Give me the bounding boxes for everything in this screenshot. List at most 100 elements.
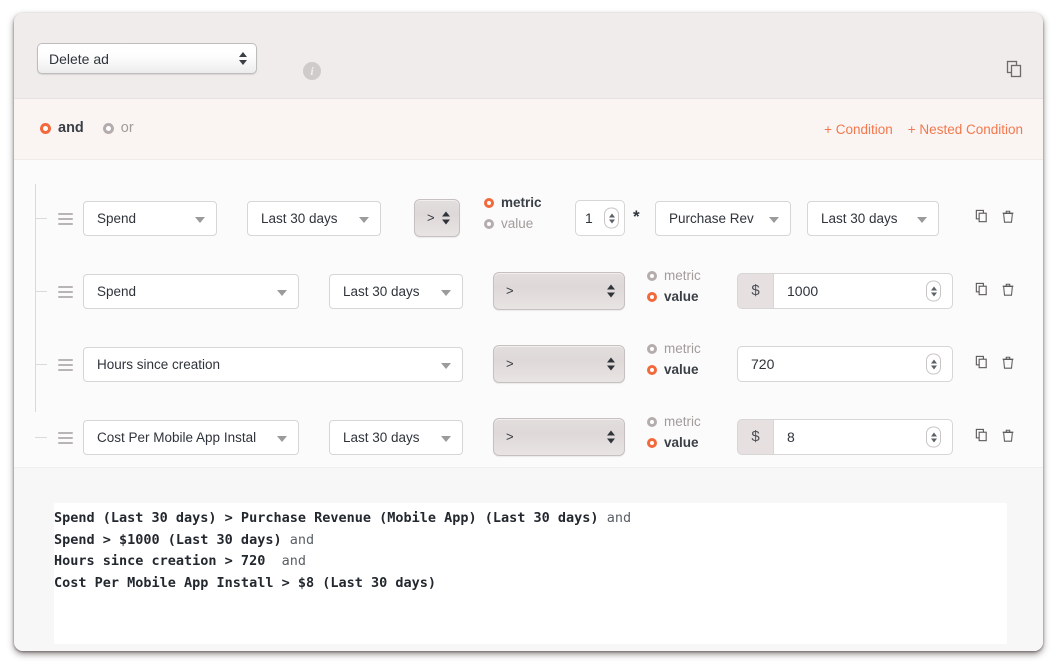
chevron-down-icon [441,362,451,369]
add-nested-condition-link[interactable]: + Nested Condition [908,122,1023,137]
metric-select[interactable]: Spend [83,201,217,236]
drag-handle-icon[interactable] [58,359,73,371]
stepper-icon[interactable] [926,353,941,375]
radio-dot-icon [647,364,657,375]
compare-mode-metric[interactable]: metric [484,195,542,210]
conditions-area: Spend Last 30 days > metric value 1 * Pu… [14,160,1043,467]
compare-mode-metric[interactable]: metric [647,414,701,429]
compare-mode-metric[interactable]: metric [647,268,701,283]
metric-daterange-select[interactable]: Last 30 days [329,274,463,309]
copy-icon[interactable] [974,355,989,375]
summary-line-conj: and [598,510,632,526]
trash-icon[interactable] [1001,282,1015,302]
summary-line: Cost Per Mobile App Install > $8 (Last 3… [54,573,631,595]
radio-dot-icon [647,416,657,427]
multiplier-input[interactable]: 1 [575,200,625,236]
radio-dot-icon [647,270,657,281]
operator-select[interactable]: > [493,272,625,310]
value-input-text: 8 [787,429,795,445]
radio-dot-icon [102,122,114,134]
operator-select[interactable]: > [493,345,625,383]
operator-arrows [607,284,615,298]
condition-row: Spend Last 30 days > metric value [14,193,1043,243]
row-actions [974,355,1015,375]
stepper-icon[interactable] [926,426,941,448]
logic-radio-and[interactable]: and [40,120,84,136]
stepper-icon[interactable] [604,207,619,229]
compare-mode-value[interactable]: value [647,362,701,377]
metric-daterange-value: Last 30 days [343,284,420,299]
compare-mode-value[interactable]: value [484,216,542,231]
operator-value: > [506,356,514,371]
value-input[interactable]: 720 [737,346,953,382]
compare-metric-select[interactable]: Purchase Rev [655,201,791,236]
metric-select[interactable]: Spend [83,274,299,309]
compare-mode-value[interactable]: value [647,435,701,450]
value-input-group: 720 [737,346,953,382]
compare-mode-metric-label: metric [501,195,542,210]
drag-handle-icon[interactable] [58,432,73,444]
row-actions [974,428,1015,448]
chevron-down-icon [277,435,287,442]
compare-mode-metric-label: metric [664,341,701,356]
currency-prefix: $ [737,273,773,309]
compare-mode-metric-label: metric [664,268,701,283]
condition-row: Spend Last 30 days > metric value [14,266,1043,316]
stepper-icon[interactable] [926,280,941,302]
summary-line-expr: Spend > $1000 (Last 30 days) [54,531,282,548]
chevron-down-icon [917,216,927,223]
metric-daterange-select[interactable]: Last 30 days [329,420,463,455]
logic-radio-or[interactable]: or [102,120,134,136]
trash-icon[interactable] [1001,355,1015,375]
summary-line-expr: Spend (Last 30 days) > Purchase Revenue … [54,510,599,526]
action-select-value: Delete ad [49,51,109,67]
compare-mode-metric[interactable]: metric [647,341,701,356]
copy-icon[interactable] [1004,59,1024,79]
info-icon[interactable]: i [303,62,321,80]
metric-select[interactable]: Cost Per Mobile App Instal [83,420,299,455]
logic-radio-group: and or [40,120,134,136]
operator-arrows [607,430,615,444]
metric-select-value: Hours since creation [97,357,221,372]
radio-dot-icon [647,437,657,448]
chevron-down-icon [441,435,451,442]
radio-dot-icon [40,122,51,134]
chevron-down-icon [195,216,205,223]
copy-icon[interactable] [974,209,989,229]
operator-arrows [607,357,615,371]
copy-icon[interactable] [974,282,989,302]
copy-icon[interactable] [974,428,989,448]
metric-select[interactable]: Hours since creation [83,347,463,382]
value-input-text: 720 [751,356,775,372]
logic-operator-band: and or + Condition + Nested Condition [14,99,1043,160]
action-select[interactable]: Delete ad [37,43,257,74]
summary-area: Spend (Last 30 days) > Purchase Revenue … [14,467,1043,651]
operator-select[interactable]: > [493,418,625,456]
currency-prefix: $ [737,419,773,455]
multiply-symbol: * [633,207,640,226]
compare-mode-radios: metric value [647,341,701,377]
compare-mode-value-label: value [664,289,699,304]
compare-daterange-select[interactable]: Last 30 days [807,201,939,236]
compare-mode-value-label: value [664,435,699,450]
add-condition-link[interactable]: + Condition [824,122,893,137]
radio-dot-icon [647,291,657,302]
drag-handle-icon[interactable] [58,286,73,298]
trash-icon[interactable] [1001,428,1015,448]
logic-radio-and-label: and [58,120,84,136]
metric-daterange-select[interactable]: Last 30 days [247,201,381,236]
multiplier-value: 1 [585,210,593,226]
compare-mode-value[interactable]: value [647,289,701,304]
condition-row: Cost Per Mobile App Instal Last 30 days … [14,412,1043,462]
metric-select-value: Spend [97,284,137,299]
operator-select[interactable]: > [414,199,460,237]
value-input[interactable]: 8 [773,419,953,455]
drag-handle-icon[interactable] [58,213,73,225]
metric-select-value: Cost Per Mobile App Instal [97,430,257,445]
value-input[interactable]: 1000 [773,273,953,309]
rule-builder-panel: Delete ad i and or + Condition + Nested … [14,13,1043,651]
summary-line-conj: and [265,553,306,569]
radio-dot-icon [647,343,657,354]
trash-icon[interactable] [1001,209,1015,229]
row-actions [974,209,1015,229]
